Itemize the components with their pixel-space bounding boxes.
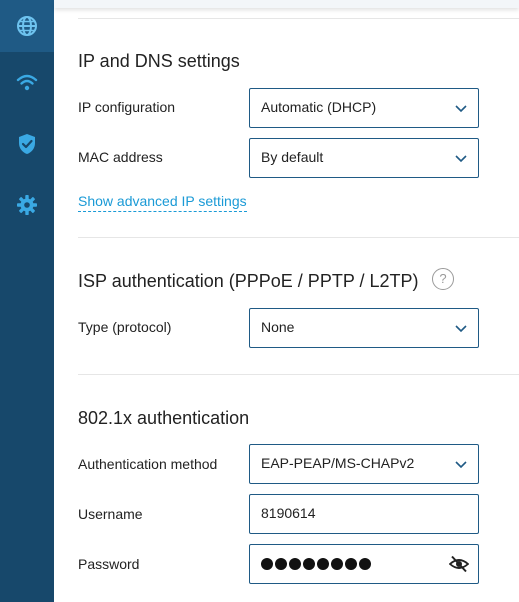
sidebar-item-wifi[interactable] — [0, 57, 54, 109]
password-dot — [275, 558, 287, 570]
show-advanced-ip-settings-link[interactable]: Show advanced IP settings — [78, 193, 247, 212]
username-value: 8190614 — [261, 505, 316, 521]
main-content: IP and DNS settings IP configuration Aut… — [78, 0, 519, 602]
password-dot — [331, 558, 343, 570]
chevron-down-icon — [455, 461, 467, 469]
password-dot — [303, 558, 315, 570]
password-mask — [261, 558, 371, 570]
ip-configuration-label: IP configuration — [78, 99, 176, 115]
section-divider — [78, 374, 519, 375]
password-dot — [345, 558, 357, 570]
username-input[interactable]: 8190614 — [249, 494, 479, 534]
protocol-type-select[interactable]: None — [249, 308, 479, 348]
ip-configuration-select[interactable]: Automatic (DHCP) — [249, 88, 479, 128]
sidebar — [0, 0, 54, 602]
section-title-isp-auth: ISP authentication (PPPoE / PPTP / L2TP) — [78, 271, 419, 291]
protocol-type-value: None — [261, 319, 295, 335]
protocol-type-label: Type (protocol) — [78, 319, 172, 335]
chevron-down-icon — [455, 155, 467, 163]
section-title-8021x: 802.1x authentication — [78, 408, 250, 428]
sidebar-item-internet[interactable] — [0, 0, 54, 52]
shield-check-icon — [19, 134, 35, 154]
globe-icon — [17, 16, 37, 36]
sidebar-item-security[interactable] — [0, 118, 54, 170]
chevron-down-icon — [455, 105, 467, 113]
chevron-down-icon — [455, 325, 467, 333]
mac-address-value: By default — [261, 149, 324, 165]
help-icon[interactable]: ? — [432, 268, 454, 290]
password-dot — [261, 558, 273, 570]
password-dot — [317, 558, 329, 570]
gear-icon — [17, 195, 37, 215]
mac-address-select[interactable]: By default — [249, 138, 479, 178]
password-dot — [289, 558, 301, 570]
username-label: Username — [78, 506, 143, 522]
sidebar-item-settings[interactable] — [0, 179, 54, 231]
section-divider — [78, 18, 519, 19]
eye-off-icon[interactable] — [449, 555, 469, 573]
authentication-method-value: EAP-PEAP/MS-CHAPv2 — [261, 455, 415, 471]
wifi-icon — [16, 74, 38, 91]
ip-configuration-value: Automatic (DHCP) — [261, 99, 377, 115]
password-input[interactable] — [249, 544, 479, 584]
password-dot — [359, 558, 371, 570]
password-label: Password — [78, 556, 140, 572]
mac-address-label: MAC address — [78, 149, 163, 165]
section-divider — [78, 237, 519, 238]
section-title-ip-dns: IP and DNS settings — [78, 51, 240, 71]
authentication-method-label: Authentication method — [78, 456, 218, 472]
authentication-method-select[interactable]: EAP-PEAP/MS-CHAPv2 — [249, 444, 479, 484]
